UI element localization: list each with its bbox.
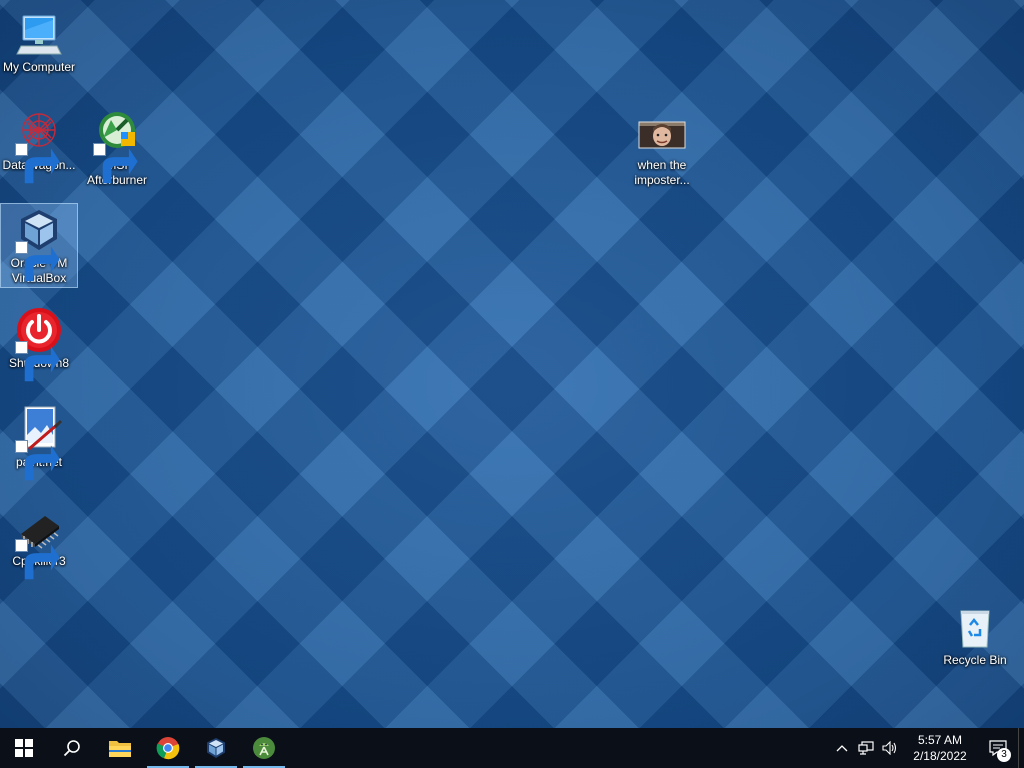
search-icon xyxy=(63,740,80,757)
taskbar-chrome[interactable] xyxy=(144,728,192,768)
taskbar-clock[interactable]: 5:57 AM 2/18/2022 xyxy=(902,732,978,764)
datawagon-icon xyxy=(15,108,63,184)
action-center-button[interactable]: 3 xyxy=(978,728,1018,768)
volume-button[interactable] xyxy=(878,728,902,768)
search-button[interactable] xyxy=(48,728,96,768)
taskbar-virtualbox[interactable] xyxy=(192,728,240,768)
network-icon xyxy=(858,741,874,755)
power-icon xyxy=(15,306,63,382)
chip-icon xyxy=(15,504,63,580)
computer-icon xyxy=(15,10,63,58)
shutdown8-shortcut[interactable]: Shutdown8 xyxy=(1,304,77,382)
icon-label: Recycle Bin xyxy=(943,653,1007,667)
shortcut-arrow-icon xyxy=(15,143,60,184)
virtualbox-shortcut[interactable]: Oracle VM VirtualBox xyxy=(0,203,78,288)
taskbar-android-studio[interactable] xyxy=(240,728,288,768)
paintnet-shortcut[interactable]: paint.net xyxy=(1,403,77,481)
cpukiller3-shortcut[interactable]: Cpukiller3 xyxy=(1,502,77,580)
show-hidden-icons-button[interactable] xyxy=(830,728,854,768)
shortcut-arrow-icon xyxy=(15,241,60,282)
paintnet-icon xyxy=(15,405,63,481)
icon-label: when the imposter... xyxy=(634,158,690,187)
chrome-icon xyxy=(156,737,180,760)
imposter-image-file[interactable]: when the imposter... xyxy=(624,106,700,188)
icon-label: My Computer xyxy=(2,60,76,74)
msi-afterburner-shortcut[interactable]: MSI Afterburner xyxy=(79,106,155,188)
taskbar-file-explorer[interactable] xyxy=(96,728,144,768)
photo-thumbnail xyxy=(638,108,686,156)
volume-icon xyxy=(882,741,897,755)
clock-date: 2/18/2022 xyxy=(913,749,967,763)
system-tray: 5:57 AM 2/18/2022 3 xyxy=(830,728,1024,768)
show-desktop-button[interactable] xyxy=(1018,728,1024,768)
desktop: My Computer DataWagon... MSI Afterburner… xyxy=(0,0,1024,728)
recycle-bin-icon xyxy=(951,603,999,651)
clock-time: 5:57 AM xyxy=(917,733,963,747)
folder-icon xyxy=(109,741,131,757)
chevron-up-icon xyxy=(836,745,848,752)
shortcut-arrow-icon xyxy=(15,539,60,580)
taskbar: 5:57 AM 2/18/2022 3 xyxy=(0,728,1024,768)
start-button[interactable] xyxy=(0,728,48,768)
shortcut-arrow-icon xyxy=(93,143,138,184)
recycle-bin[interactable]: Recycle Bin xyxy=(937,601,1013,668)
virtualbox-icon xyxy=(15,206,63,282)
msi-afterburner-icon xyxy=(93,108,141,184)
notification-count-badge: 3 xyxy=(997,748,1011,762)
shortcut-arrow-icon xyxy=(15,440,60,481)
shortcut-arrow-icon xyxy=(15,341,60,382)
my-computer-icon[interactable]: My Computer xyxy=(1,8,77,75)
windows-logo-icon xyxy=(15,739,33,757)
virtualbox-icon xyxy=(207,738,225,758)
android-studio-icon xyxy=(253,737,275,759)
datawagon-shortcut[interactable]: DataWagon... xyxy=(1,106,77,184)
network-button[interactable] xyxy=(854,728,878,768)
